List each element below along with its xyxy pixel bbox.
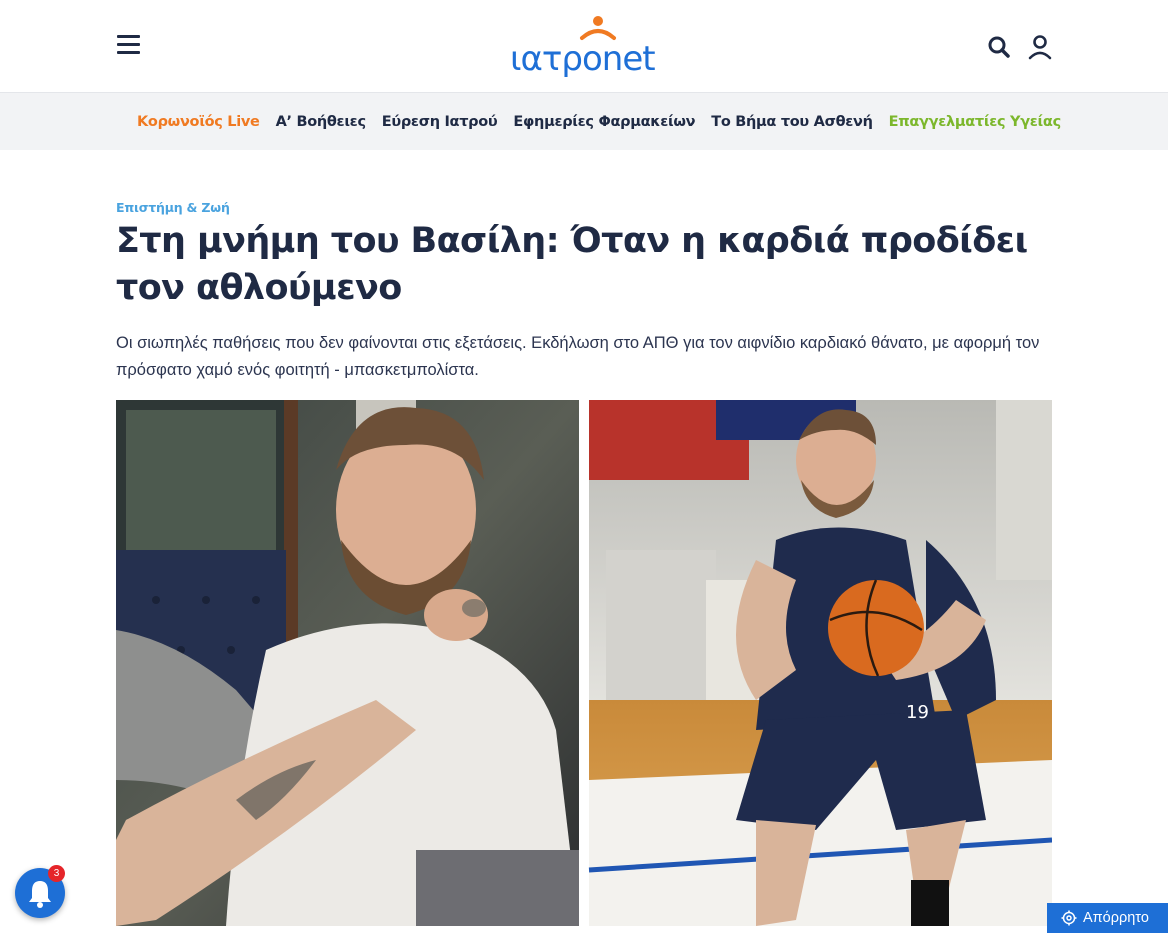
nav-item-first-aid[interactable]: Α’ Βοήθειες: [276, 114, 366, 130]
privacy-label: Απόρρητο: [1083, 910, 1149, 926]
jersey-number: 19: [906, 702, 929, 723]
user-icon[interactable]: [1028, 34, 1052, 60]
article-category[interactable]: Επιστήμη & Ζωή: [116, 200, 230, 215]
nav-item-pharmacies[interactable]: Εφημερίες Φαρμακείων: [513, 114, 695, 130]
hamburger-icon[interactable]: [117, 35, 140, 57]
nav-item-health-professionals[interactable]: Επαγγελματίες Υγείας: [889, 114, 1062, 130]
main-nav: Κορωνοϊός Live Α’ Βοήθειες Εύρεση Ιατρού…: [0, 93, 1168, 150]
article-lede: Οι σιωπηλές παθήσεις που δεν φαίνονται σ…: [116, 334, 1040, 379]
article-title: Στη μνήμη του Βασίλη: Όταν η καρδιά προδ…: [116, 221, 1028, 308]
photo-right: 19: [588, 400, 1052, 926]
photo-left: [116, 400, 579, 926]
search-icon[interactable]: [987, 35, 1011, 59]
logo-graphic: ιατρonet: [510, 16, 656, 79]
privacy-button[interactable]: Απόρρητο: [1047, 903, 1168, 933]
nav-list: Κορωνοϊός Live Α’ Βοήθειες Εύρεση Ιατρού…: [137, 93, 1061, 150]
nav-item-find-doctor[interactable]: Εύρεση Ιατρού: [382, 114, 498, 130]
logo-text: ιατρonet: [510, 39, 655, 78]
nav-item-coronavirus-live[interactable]: Κορωνοϊός Live: [137, 114, 260, 130]
site-header: ιατρonet: [0, 0, 1168, 93]
article-hero-image: 19: [116, 400, 1052, 926]
nav-item-patient-voice[interactable]: Το Βήμα του Ασθενή: [711, 114, 873, 130]
notification-count-badge: 3: [48, 865, 65, 882]
gear-icon: [1061, 910, 1077, 926]
site-logo[interactable]: ιατρonet: [510, 14, 660, 79]
